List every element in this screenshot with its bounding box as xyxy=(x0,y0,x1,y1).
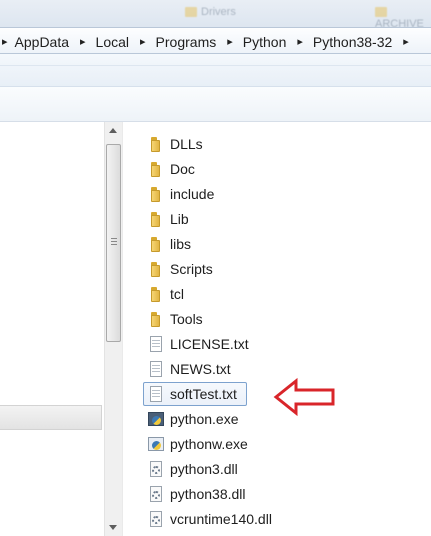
file-name: LICENSE.txt xyxy=(170,335,249,352)
folder-icon xyxy=(185,7,197,18)
list-item-file[interactable]: python3.dll xyxy=(142,456,431,481)
breadcrumb-appdata[interactable]: AppData xyxy=(13,34,71,50)
text-file-icon xyxy=(148,335,164,352)
breadcrumb-programs[interactable]: Programs xyxy=(154,34,219,50)
navigation-pane[interactable] xyxy=(0,122,103,536)
dll-file-icon xyxy=(148,460,164,477)
dll-file-icon xyxy=(148,510,164,527)
list-item-folder[interactable]: Lib xyxy=(142,206,431,231)
chevron-right-icon[interactable]: ▸ xyxy=(227,35,233,48)
background-folder-label: ARCHIVE xyxy=(375,18,424,27)
chevron-right-icon[interactable]: ▸ xyxy=(403,35,409,48)
list-item-file[interactable]: LICENSE.txt xyxy=(142,331,431,356)
list-item-folder[interactable]: tcl xyxy=(142,281,431,306)
navigation-selected-item[interactable] xyxy=(0,405,102,430)
text-file-icon xyxy=(148,360,164,377)
navigation-scrollbar[interactable] xyxy=(104,122,122,536)
file-name: Doc xyxy=(170,160,195,177)
chevron-right-icon[interactable]: ▸ xyxy=(297,35,303,48)
folder-icon xyxy=(148,161,164,177)
file-name: python38.dll xyxy=(170,485,246,502)
text-file-icon xyxy=(148,385,164,402)
file-name: softTest.txt xyxy=(170,385,237,402)
background-folder-label: Drivers xyxy=(201,6,236,18)
background-folder-drivers: Drivers xyxy=(185,6,236,18)
background-window-strip: Drivers ARCHIVE xyxy=(0,0,431,27)
file-name: Scripts xyxy=(170,260,213,277)
file-name: python.exe xyxy=(170,410,239,427)
python-exe-icon xyxy=(148,411,164,427)
list-item-folder[interactable]: libs xyxy=(142,231,431,256)
file-name: python3.dll xyxy=(170,460,238,477)
chevron-right-icon[interactable]: ▸ xyxy=(2,35,8,48)
breadcrumb: ▸ AppData ▸ Local ▸ Programs ▸ Python ▸ … xyxy=(0,33,417,50)
file-name: include xyxy=(170,185,215,202)
list-item-file[interactable]: vcruntime140.dll xyxy=(142,506,431,531)
grip-line xyxy=(111,241,117,242)
folder-icon xyxy=(148,236,164,252)
breadcrumb-local[interactable]: Local xyxy=(94,34,131,50)
breadcrumb-python38-32[interactable]: Python38-32 xyxy=(311,34,394,50)
list-item-folder[interactable]: include xyxy=(142,181,431,206)
scroll-up-arrow-icon[interactable] xyxy=(109,128,117,133)
file-name: tcl xyxy=(170,285,184,302)
chevron-right-icon[interactable]: ▸ xyxy=(140,35,146,48)
column-header-bar xyxy=(0,87,431,122)
scrollbar-thumb[interactable] xyxy=(106,144,121,342)
list-item-folder[interactable]: Tools xyxy=(142,306,431,331)
list-item-file[interactable]: python38.dll xyxy=(142,481,431,506)
background-folder-archive: ARCHIVE xyxy=(375,6,431,27)
file-name: Lib xyxy=(170,210,189,227)
red-arrow-left-icon xyxy=(273,377,335,417)
pythonw-exe-icon xyxy=(148,436,164,452)
breadcrumb-python[interactable]: Python xyxy=(241,34,289,50)
grip-line xyxy=(111,238,117,239)
file-name: libs xyxy=(170,235,192,252)
file-name: vcruntime140.dll xyxy=(170,510,272,527)
toolbar xyxy=(0,54,431,87)
folder-icon xyxy=(148,261,164,277)
file-name: pythonw.exe xyxy=(170,435,248,452)
folder-icon xyxy=(148,136,164,152)
address-bar[interactable]: ▸ AppData ▸ Local ▸ Programs ▸ Python ▸ … xyxy=(0,27,431,54)
list-item-folder[interactable]: Scripts xyxy=(142,256,431,281)
chevron-right-icon[interactable]: ▸ xyxy=(80,35,86,48)
folder-icon xyxy=(148,211,164,227)
list-item-folder[interactable]: DLLs xyxy=(142,131,431,156)
list-item-file[interactable]: pythonw.exe xyxy=(142,431,431,456)
scroll-down-arrow-icon[interactable] xyxy=(109,525,117,530)
file-name: DLLs xyxy=(170,135,203,152)
pane-divider[interactable] xyxy=(122,122,123,536)
toolbar-divider xyxy=(0,65,431,66)
folder-icon xyxy=(148,186,164,202)
folder-icon xyxy=(148,311,164,327)
list-item-folder[interactable]: Doc xyxy=(142,156,431,181)
folder-icon xyxy=(375,7,387,18)
file-name: Tools xyxy=(170,310,203,327)
grip-line xyxy=(111,244,117,245)
file-name: NEWS.txt xyxy=(170,360,231,377)
file-list: DLLs Doc include Lib libs Scripts tcl To… xyxy=(142,131,431,531)
dll-file-icon xyxy=(148,485,164,502)
folder-icon xyxy=(148,286,164,302)
